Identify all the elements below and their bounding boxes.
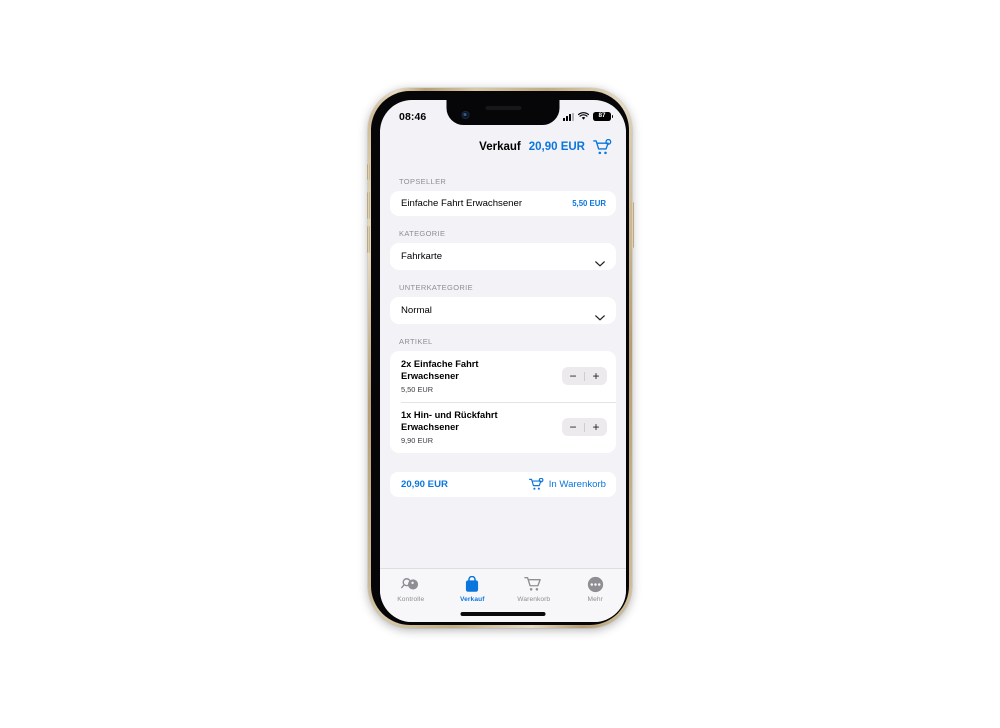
unterkategorie-select[interactable]: Normal: [390, 297, 616, 324]
phone-device: 08:46 87 Verkauf 20,90 EUR TOPSELLER Ein…: [366, 88, 634, 628]
cellular-bars-icon: [563, 112, 574, 121]
kategorie-value: Fahrkarte: [401, 251, 443, 262]
tab-label-verkauf: Verkauf: [459, 596, 485, 603]
tab-label-warenkorb: Warenkorb: [517, 596, 551, 603]
increase-quantity-button[interactable]: +: [585, 367, 607, 385]
main-content: TOPSELLER Einfache Fahrt Erwachsener 5,5…: [380, 164, 626, 568]
artikel-title: 2x Einfache Fahrt Erwachsener: [401, 359, 479, 381]
topseller-price: 5,50 EUR: [572, 199, 606, 208]
tab-label-kontrolle: Kontrolle: [397, 596, 425, 603]
kategorie-card: Fahrkarte: [390, 243, 616, 270]
status-time: 08:46: [399, 110, 427, 123]
section-label-unterkategorie: UNTERKATEGORIE: [399, 283, 473, 292]
decrease-quantity-button[interactable]: −: [562, 367, 584, 385]
artikel-price: 5,50 EUR: [401, 384, 434, 394]
topseller-card: Einfache Fahrt Erwachsener 5,50 EUR: [390, 191, 616, 216]
unterkategorie-card: Normal: [390, 297, 616, 324]
artikel-card: 2x Einfache Fahrt Erwachsener 5,50 EUR −…: [390, 351, 616, 453]
shopping-bag-icon: [462, 575, 482, 593]
mute-switch[interactable]: [366, 164, 370, 180]
header-total-amount: 20,90 EUR: [528, 141, 585, 153]
phone-screen: 08:46 87 Verkauf 20,90 EUR TOPSELLER Ein…: [380, 100, 626, 622]
section-label-artikel: ARTIKEL: [399, 337, 433, 346]
battery-level: 87: [598, 112, 606, 120]
volume-down-button[interactable]: [366, 226, 370, 253]
artikel-price: 9,90 EUR: [401, 435, 434, 445]
artikel-info: 2x Einfache Fahrt Erwachsener 5,50 EUR: [401, 359, 521, 394]
artikel-title: 1x Hin- und Rückfahrt Erwachsener: [401, 409, 498, 432]
tab-mehr[interactable]: Mehr: [565, 569, 627, 622]
app-header: Verkauf 20,90 EUR: [380, 130, 626, 164]
topseller-item[interactable]: Einfache Fahrt Erwachsener 5,50 EUR: [390, 191, 616, 216]
wifi-icon: [578, 112, 589, 121]
front-camera-icon: [461, 111, 469, 119]
ellipsis-circle-icon: [585, 575, 605, 593]
section-label-topseller: TOPSELLER: [399, 177, 447, 186]
chevron-down-icon: [595, 308, 605, 320]
table-row: 1x Hin- und Rückfahrt Erwachsener 9,90 E…: [390, 401, 616, 453]
artikel-info: 1x Hin- und Rückfahrt Erwachsener 9,90 E…: [401, 410, 521, 445]
control-scan-icon: [401, 575, 421, 593]
tab-kontrolle[interactable]: Kontrolle: [380, 569, 442, 622]
cart-icon: [524, 575, 544, 593]
increase-quantity-button[interactable]: +: [585, 418, 607, 436]
kategorie-select[interactable]: Fahrkarte: [390, 243, 616, 270]
home-indicator[interactable]: [460, 612, 546, 616]
chevron-down-icon: [595, 254, 605, 266]
power-button[interactable]: [630, 202, 634, 248]
cart-icon: [528, 477, 544, 491]
tab-label-mehr: Mehr: [587, 596, 603, 603]
battery-icon: 87: [593, 111, 614, 122]
table-row: 2x Einfache Fahrt Erwachsener 5,50 EUR −…: [390, 351, 616, 402]
cart-icon[interactable]: [593, 138, 612, 156]
earpiece-speaker: [485, 106, 521, 110]
unterkategorie-value: Normal: [401, 305, 432, 316]
page-title: Verkauf: [479, 141, 521, 153]
phone-bezel: 08:46 87 Verkauf 20,90 EUR TOPSELLER Ein…: [371, 91, 629, 625]
status-indicators: 87: [563, 111, 614, 122]
notch: [446, 100, 560, 125]
add-to-cart-bar[interactable]: 20,90 EUR In Warenkorb: [390, 471, 616, 497]
decrease-quantity-button[interactable]: −: [562, 418, 584, 436]
cart-bar-total: 20,90 EUR: [401, 478, 448, 490]
quantity-stepper: − +: [562, 418, 607, 437]
add-to-cart-label: In Warenkorb: [548, 478, 606, 490]
add-to-cart-button[interactable]: In Warenkorb: [528, 477, 606, 491]
volume-up-button[interactable]: [366, 192, 370, 219]
topseller-name: Einfache Fahrt Erwachsener: [401, 198, 523, 209]
quantity-stepper: − +: [562, 367, 607, 386]
section-label-kategorie: KATEGORIE: [399, 229, 446, 238]
